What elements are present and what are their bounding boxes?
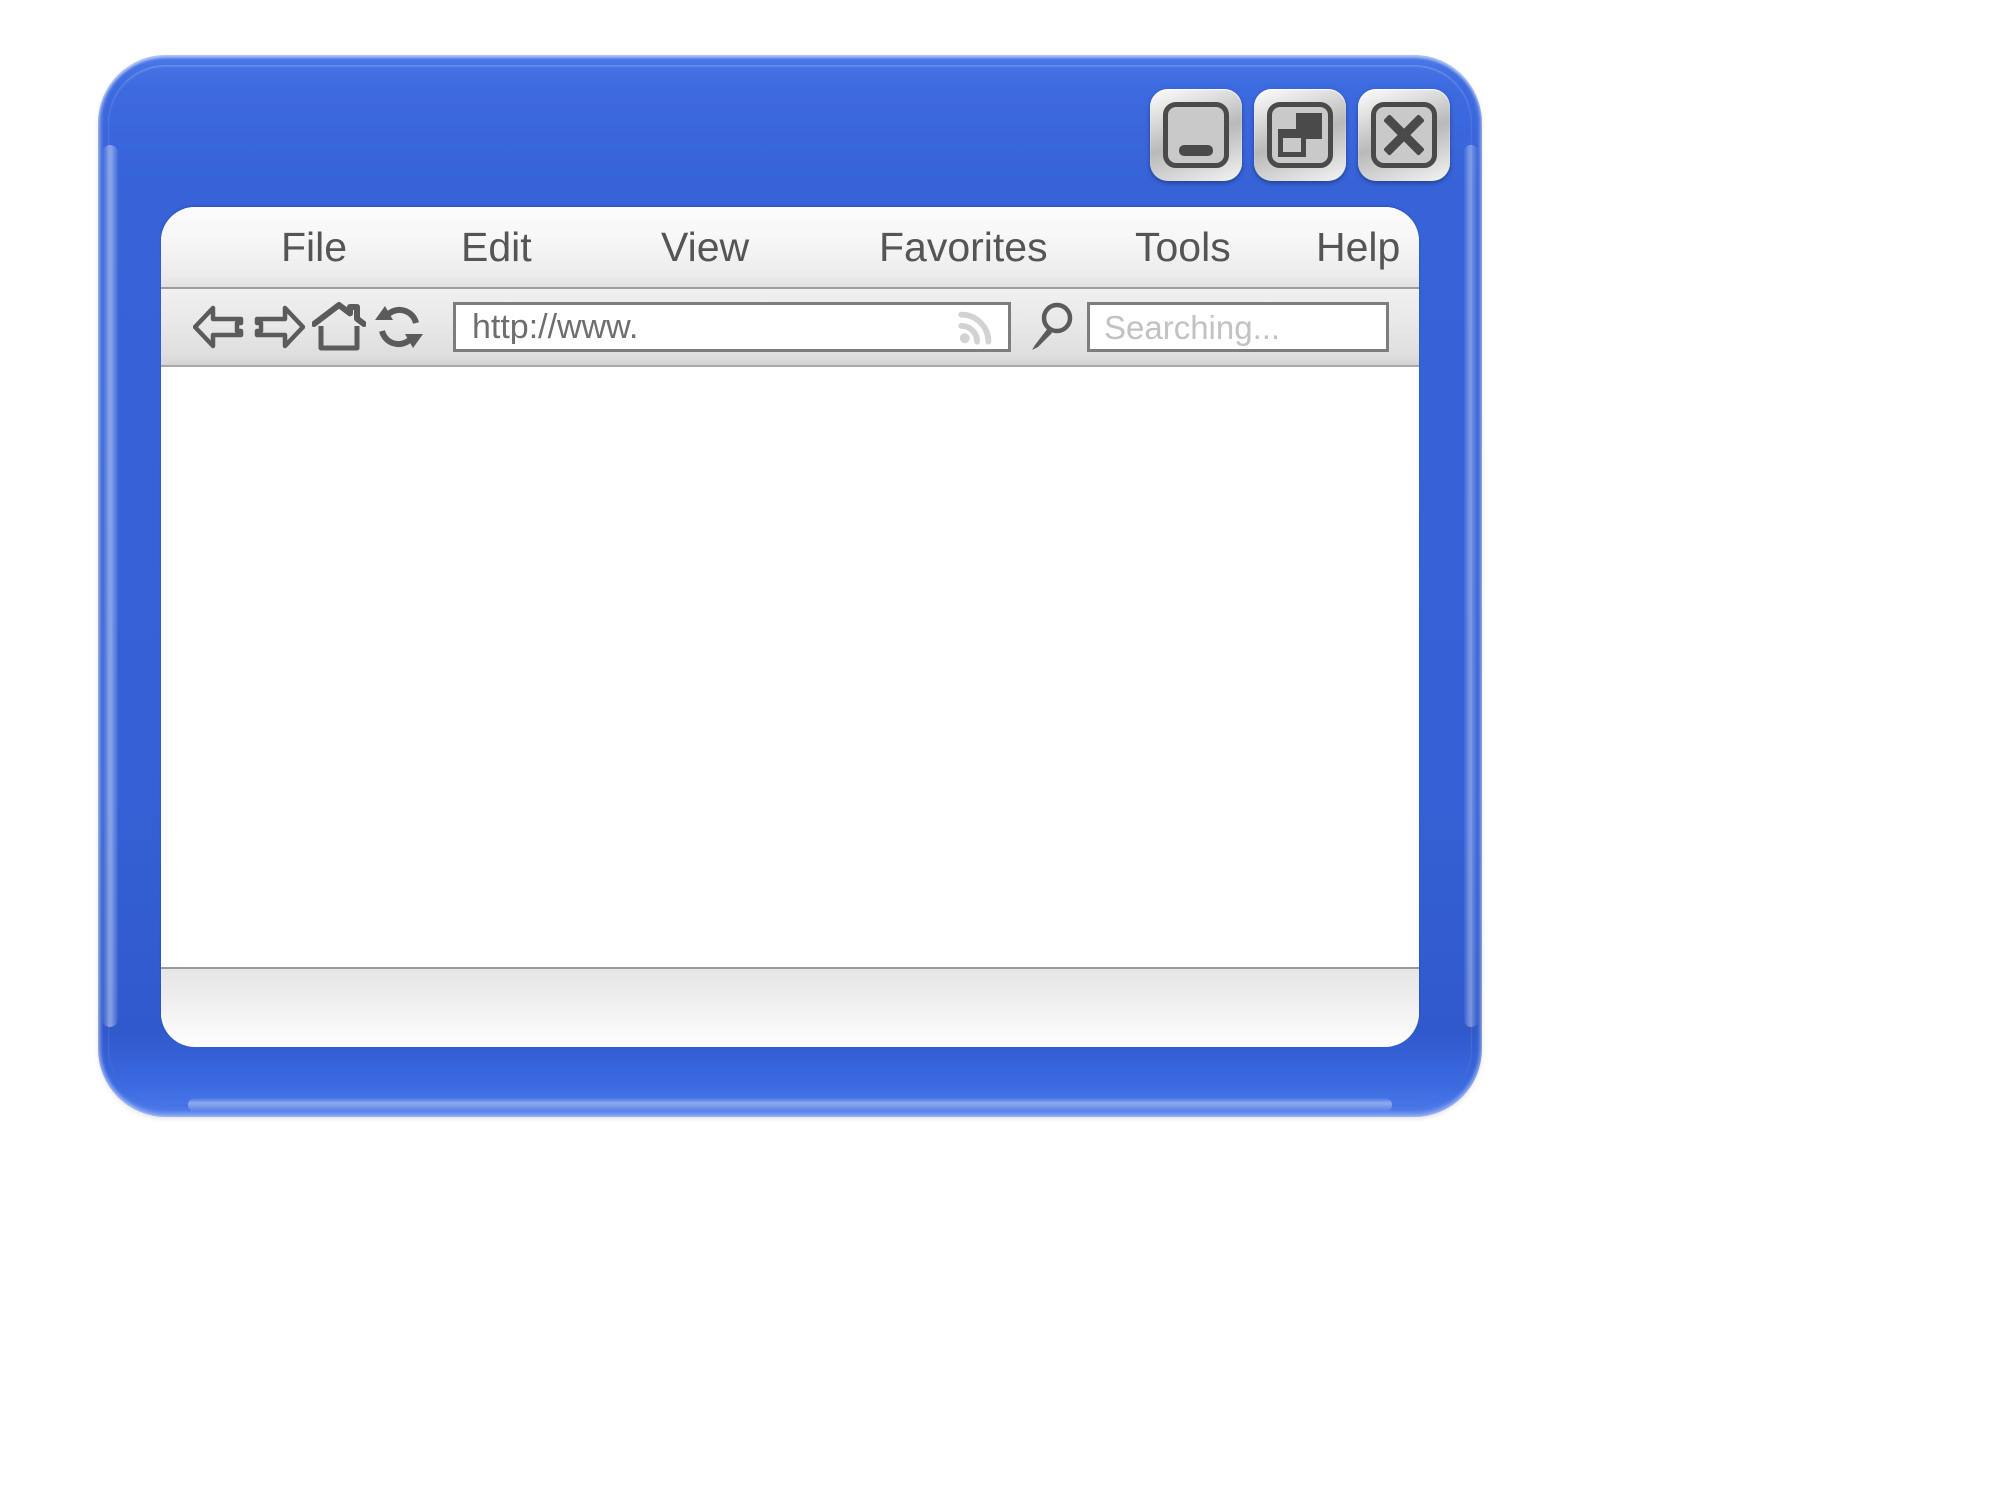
close-button-face: [1371, 102, 1437, 168]
window-controls: [1150, 89, 1450, 181]
frame-gloss-right: [1464, 145, 1478, 1027]
search-input[interactable]: Searching...: [1087, 302, 1389, 352]
restore-button-face: [1267, 102, 1333, 168]
restore-button[interactable]: [1254, 89, 1346, 181]
search-input-placeholder: Searching...: [1104, 308, 1281, 346]
home-icon: [312, 302, 366, 351]
menu-item-view[interactable]: View: [661, 227, 749, 268]
forward-button[interactable]: [251, 299, 307, 355]
menu-bar: File Edit View Favorites Tools Help: [161, 207, 1419, 289]
arrow-left-icon: [193, 305, 244, 349]
title-bar[interactable]: [98, 55, 1482, 207]
page-content-area[interactable]: [161, 367, 1419, 969]
menu-item-file[interactable]: File: [281, 227, 347, 268]
search-button[interactable]: [1025, 300, 1079, 354]
address-bar[interactable]: http://www.: [453, 302, 1011, 352]
screenshot-root: File Edit View Favorites Tools Help http…: [0, 0, 2000, 1500]
home-button[interactable]: [311, 299, 367, 355]
restore-icon: [1278, 113, 1322, 157]
arrow-right-icon: [254, 305, 305, 349]
browser-inner-panel: File Edit View Favorites Tools Help http…: [161, 207, 1419, 1047]
minimize-button-face: [1163, 102, 1229, 168]
close-icon: [1380, 111, 1428, 159]
minimize-button[interactable]: [1150, 89, 1242, 181]
minimize-icon: [1179, 145, 1213, 156]
frame-gloss-bottom: [188, 1098, 1392, 1112]
menu-item-help[interactable]: Help: [1316, 227, 1400, 268]
address-bar-text: http://www.: [472, 310, 639, 344]
status-bar: [161, 969, 1419, 1045]
frame-gloss-left: [102, 145, 118, 1027]
navigation-toolbar: http://www. Searching...: [161, 289, 1419, 367]
back-button[interactable]: [191, 299, 247, 355]
refresh-button[interactable]: [371, 299, 427, 355]
close-button[interactable]: [1358, 89, 1450, 181]
browser-window: File Edit View Favorites Tools Help http…: [98, 55, 1482, 1117]
magnifier-icon: [1032, 302, 1073, 350]
rss-icon[interactable]: [958, 309, 994, 345]
refresh-icon: [375, 306, 423, 348]
menu-item-tools[interactable]: Tools: [1135, 227, 1231, 268]
menu-item-favorites[interactable]: Favorites: [879, 227, 1048, 268]
menu-item-edit[interactable]: Edit: [461, 227, 532, 268]
